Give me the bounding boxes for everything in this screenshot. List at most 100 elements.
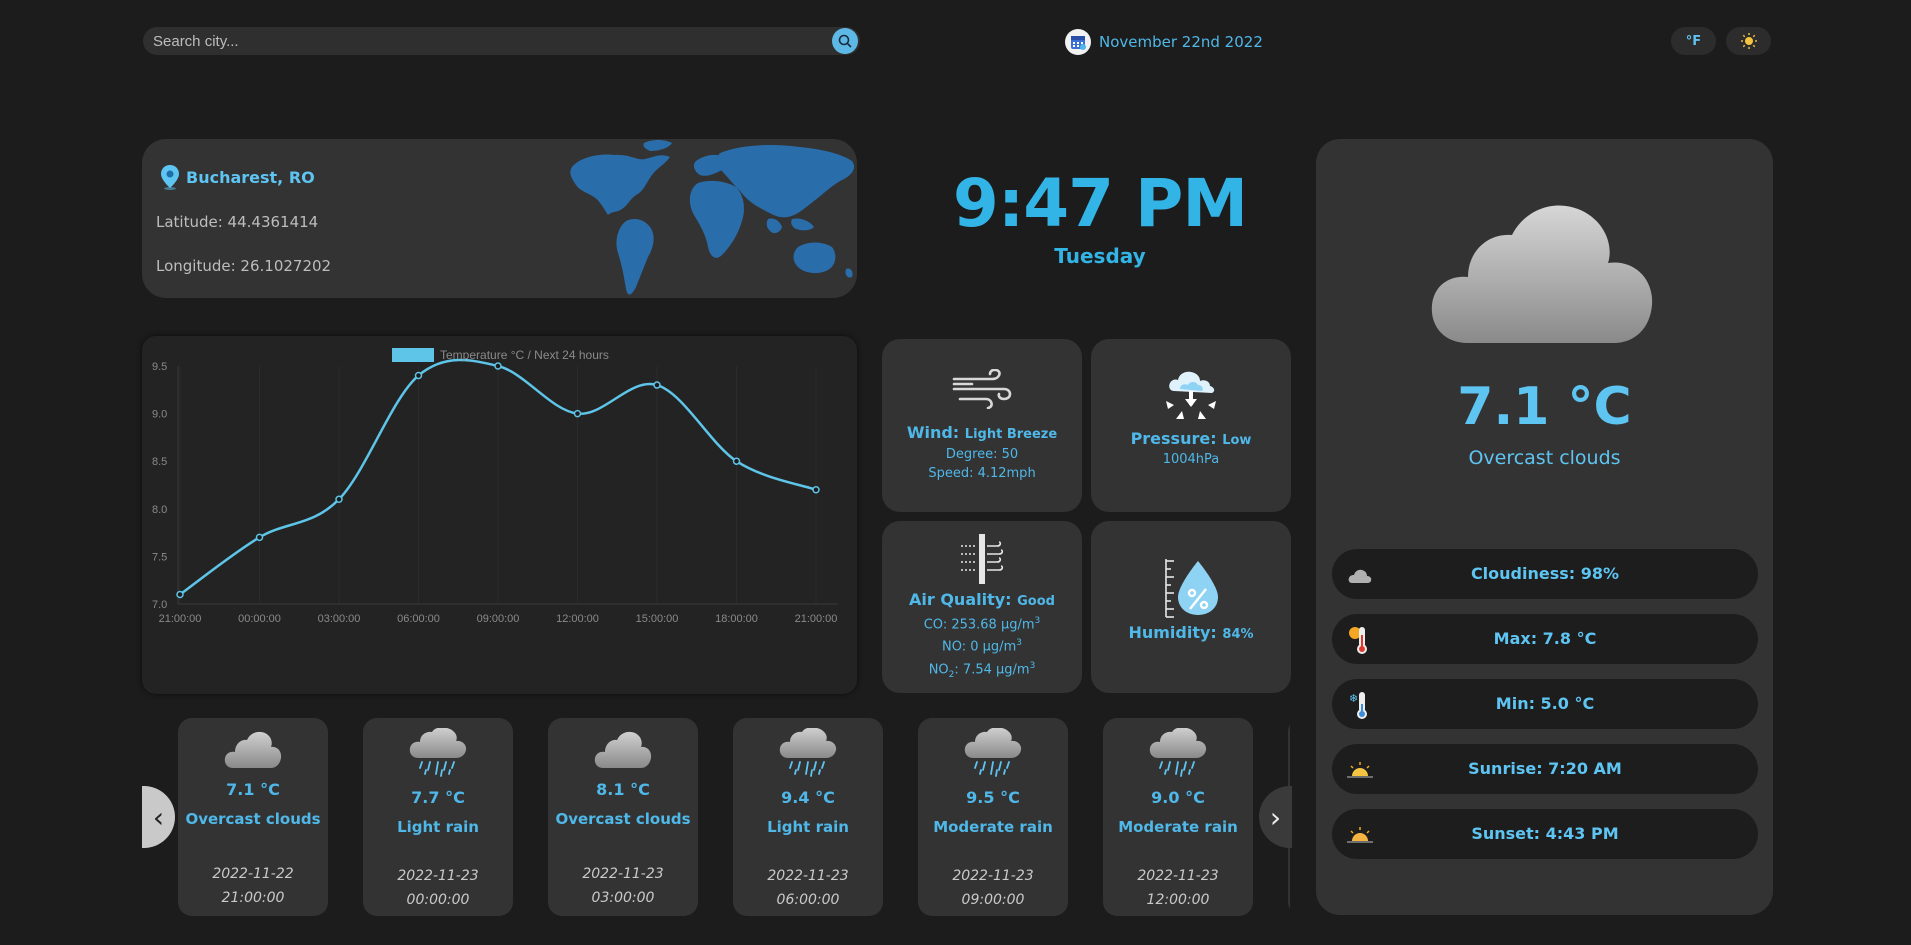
air-filter-icon bbox=[961, 534, 1004, 584]
forecast-date: 2022-11-23 bbox=[1137, 868, 1219, 884]
chart-y-tick-label: 9.5 bbox=[152, 361, 167, 373]
chart-data-point bbox=[812, 486, 820, 494]
no-unit-exponent: 3 bbox=[1016, 638, 1022, 649]
co-unit-exponent: 3 bbox=[1034, 616, 1041, 626]
temperature-chart: 9.5 9.0 8.5 8.0 7.5 7.0 21:00:00 00:00:00 03:00:… bbox=[142, 336, 857, 694]
forecast-time: 09:00:00 bbox=[961, 892, 1025, 908]
chart-y-tick-label: 9.0 bbox=[152, 409, 167, 421]
wind-label: Wind: bbox=[906, 423, 960, 442]
pressure-label: Pressure: bbox=[1130, 429, 1217, 448]
forecast-temp: 8.1 °C bbox=[596, 780, 650, 799]
unit-toggle-button[interactable]: °F bbox=[1671, 27, 1716, 55]
current-weather-panel: 7.1 °C Overcast clouds Cloudiness: 98% M… bbox=[1316, 139, 1773, 915]
forecast-desc: Moderate rain bbox=[1118, 818, 1238, 836]
forecast-time: 06:00:00 bbox=[776, 892, 840, 908]
forecast-temp: 9.0 °C bbox=[1151, 788, 1205, 807]
no-reading: NO: 0 μg/m bbox=[942, 639, 1017, 655]
location-card: Bucharest, RO Latitude: 44.4361414 Longi… bbox=[142, 139, 857, 298]
min-temp-row: ❄ Min: 5.0 °C bbox=[1332, 679, 1758, 729]
sun-icon bbox=[1740, 33, 1757, 49]
humidity-label: Humidity: bbox=[1128, 623, 1217, 642]
search-button[interactable] bbox=[832, 28, 858, 54]
chart-x-tick-label: 06:00:00 bbox=[397, 613, 440, 625]
forecast-desc: Moderate rain bbox=[933, 818, 1053, 836]
location-pin-icon bbox=[161, 165, 179, 190]
current-description: Overcast clouds bbox=[1468, 447, 1621, 469]
chart-x-tick-label: 15:00:00 bbox=[636, 613, 679, 625]
sunrise-row: Sunrise: 7:20 AM bbox=[1332, 744, 1758, 794]
max-temp-row: Max: 7.8 °C bbox=[1332, 614, 1758, 664]
no2-reading: : 7.54 μg/m bbox=[954, 661, 1030, 677]
chart-y-tick-label: 7.5 bbox=[152, 551, 167, 563]
min-temp-label: Min: 5.0 °C bbox=[1495, 694, 1595, 713]
forecast-temp: 9.5 °C bbox=[966, 788, 1020, 807]
chart-y-tick-label: 8.0 bbox=[152, 504, 167, 516]
pressure-reading: 1004hPa bbox=[1162, 452, 1220, 467]
wind-speed: Speed: 4.12mph bbox=[928, 466, 1036, 481]
cloud-icon bbox=[593, 730, 653, 774]
overcast-cloud-icon bbox=[1431, 205, 1653, 343]
forecast-temp: 9.4 °C bbox=[781, 788, 835, 807]
air-quality-label: Air Quality: bbox=[909, 590, 1012, 609]
theme-toggle-button[interactable] bbox=[1726, 27, 1771, 55]
chart-x-tick-label: 03:00:00 bbox=[318, 613, 361, 625]
forecast-desc: Overcast clouds bbox=[185, 810, 321, 828]
calendar-icon bbox=[1065, 29, 1091, 55]
current-temperature: 7.1 °C bbox=[1457, 377, 1632, 437]
forecast-desc: Light rain bbox=[767, 818, 849, 836]
chart-x-tick-label: 09:00:00 bbox=[477, 613, 520, 625]
chart-data-point bbox=[732, 457, 741, 465]
chart-data-point bbox=[176, 590, 184, 599]
search-input[interactable] bbox=[153, 27, 813, 55]
temperature-chart-svg: 9.5 9.0 8.5 8.0 7.5 7.0 21:00:00 00:00:00 03:00:… bbox=[152, 348, 838, 625]
forecast-card: 7.1 °C Overcast clouds 2022-11-22 21:00:00 bbox=[178, 718, 328, 916]
rain-icon bbox=[778, 727, 838, 782]
forecast-strip: 7.1 °C Overcast clouds 2022-11-22 21:00:00 7… bbox=[142, 715, 1290, 916]
chart-legend-label: Temperature °C / Next 24 hours bbox=[440, 348, 609, 362]
max-temp-label: Max: 7.8 °C bbox=[1493, 629, 1597, 648]
forecast-time: 03:00:00 bbox=[591, 890, 655, 906]
sunset-label: Sunset: 4:43 PM bbox=[1471, 824, 1619, 843]
wind-degree: Degree: 50 bbox=[945, 447, 1019, 462]
date-label: November 22nd 2022 bbox=[1099, 33, 1263, 51]
forecast-temp: 7.7 °C bbox=[411, 788, 465, 807]
chart-data-point bbox=[494, 362, 502, 370]
pressure-icon bbox=[1166, 371, 1216, 419]
sunset-row: Sunset: 4:43 PM bbox=[1332, 809, 1758, 859]
forecast-desc: Light rain bbox=[397, 818, 479, 836]
wind-icon bbox=[952, 369, 1012, 409]
cloudiness-label: Cloudiness: 98% bbox=[1470, 564, 1620, 583]
chart-x-tick-label: 12:00:00 bbox=[556, 613, 599, 625]
forecast-date: 2022-11-23 bbox=[582, 866, 664, 882]
forecast-desc: Overcast clouds bbox=[555, 810, 691, 828]
longitude-label: Longitude: 26.1027202 bbox=[156, 257, 332, 275]
forecast-card: 7.7 °C Light rain 2022-11-23 00:00:00 bbox=[363, 718, 513, 916]
chart-legend-swatch bbox=[392, 348, 434, 362]
wind-value: Light Breeze bbox=[964, 427, 1058, 442]
world-map-icon bbox=[570, 140, 855, 295]
forecast-time: 00:00:00 bbox=[406, 892, 470, 908]
weekday-label: Tuesday bbox=[1054, 244, 1146, 268]
rain-icon bbox=[1148, 727, 1208, 782]
chart-data-point bbox=[573, 409, 582, 418]
cloud-icon bbox=[223, 730, 283, 774]
search-bar bbox=[143, 27, 860, 55]
no2-prefix: NO bbox=[928, 661, 949, 677]
air-quality-tile: Air Quality: Good CO: 253.68 μg/m3 NO: 0… bbox=[882, 521, 1082, 693]
forecast-date: 2022-11-22 bbox=[212, 866, 294, 882]
forecast-time: 21:00:00 bbox=[221, 890, 285, 906]
location-name: Bucharest, RO bbox=[186, 167, 315, 187]
current-time: 9:47 PM bbox=[952, 165, 1248, 242]
chart-data-point bbox=[414, 371, 423, 380]
chart-x-tick-label: 00:00:00 bbox=[238, 613, 281, 625]
chart-x-tick-label: 18:00:00 bbox=[715, 613, 758, 625]
rain-icon bbox=[963, 727, 1023, 782]
forecast-card: 9.0 °C Moderate rain 2022-11-23 12:00:00 bbox=[1103, 718, 1253, 916]
chart-x-tick-label: 21:00:00 bbox=[159, 613, 202, 625]
cloudiness-row: Cloudiness: 98% bbox=[1332, 549, 1758, 599]
current-date: November 22nd 2022 bbox=[1065, 29, 1263, 55]
forecast-date: 2022-11-23 bbox=[397, 868, 479, 884]
forecast-card: 9.4 °C Light rain 2022-11-23 06:00:00 bbox=[733, 718, 883, 916]
chart-y-tick-label: 8.5 bbox=[152, 456, 167, 468]
forecast-date: 2022-11-23 bbox=[952, 868, 1034, 884]
